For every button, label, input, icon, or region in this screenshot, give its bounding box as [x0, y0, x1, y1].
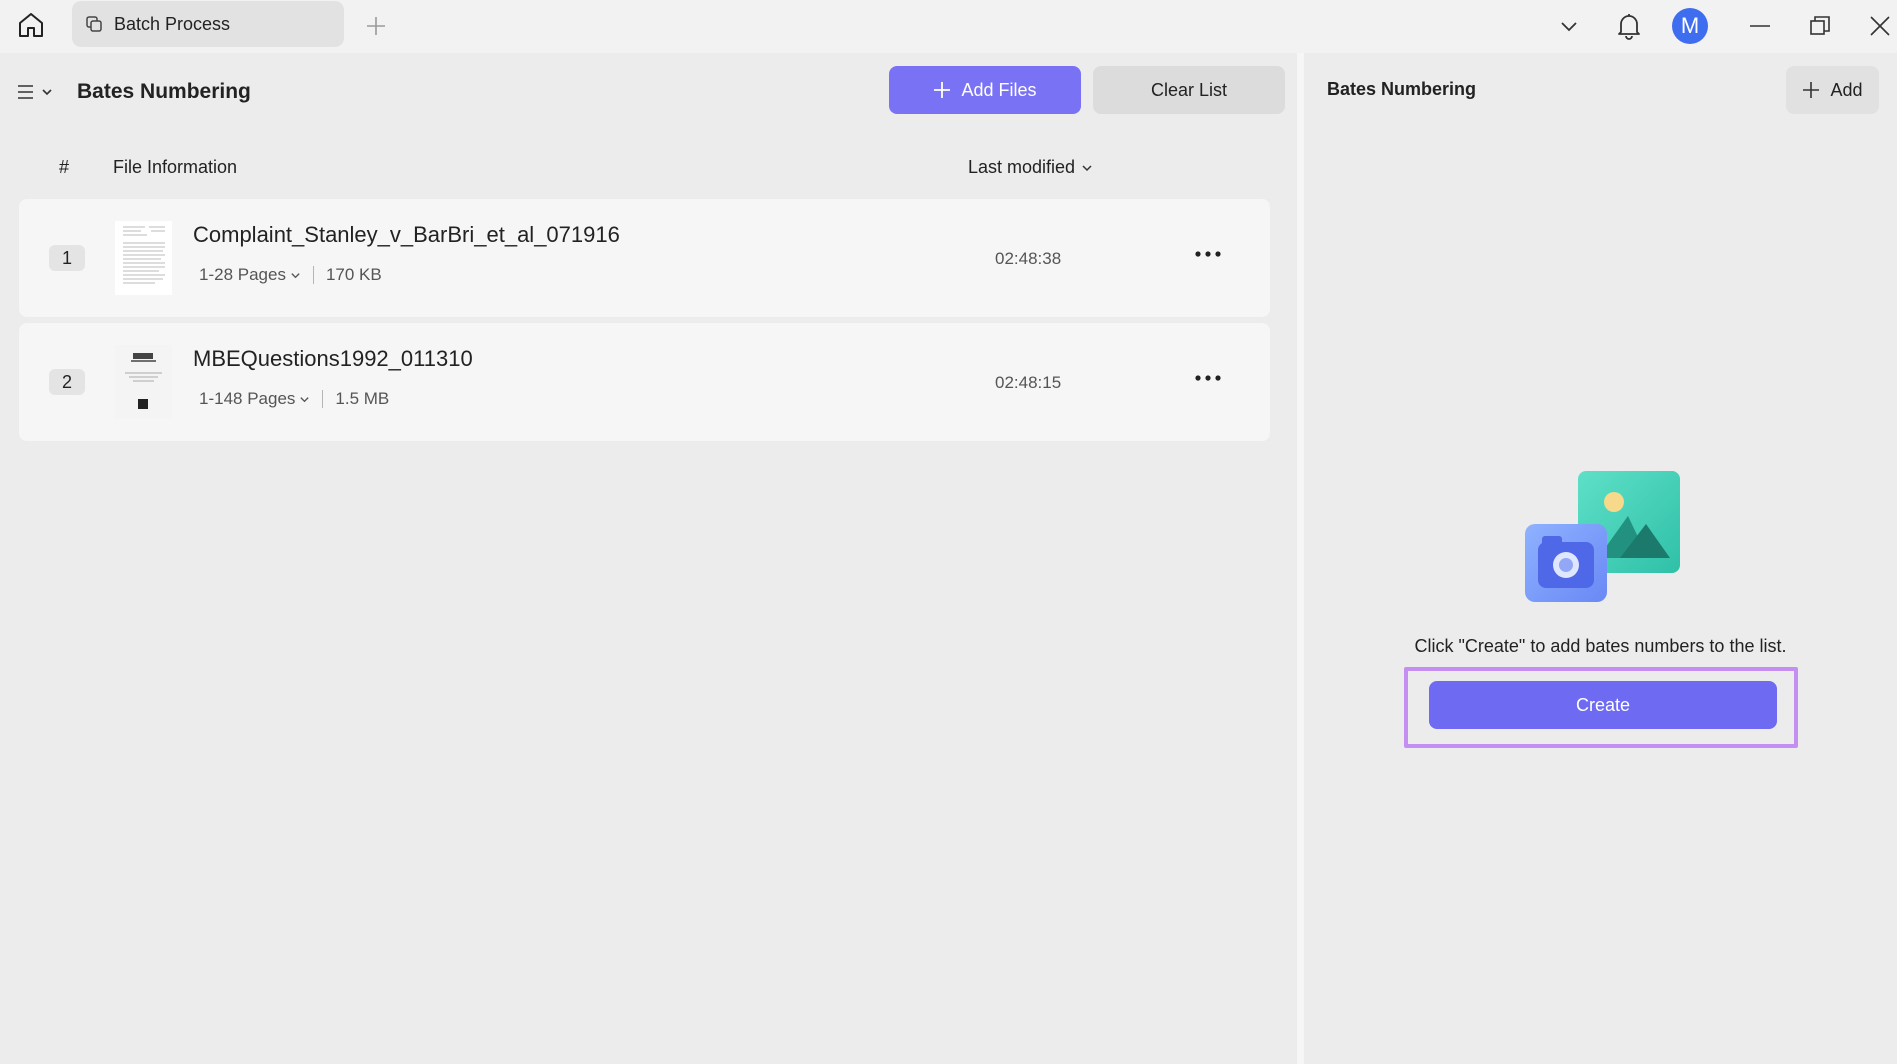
home-button[interactable] — [14, 8, 48, 42]
add-files-label: Add Files — [961, 79, 1037, 100]
row-number: 2 — [49, 369, 85, 395]
minimize-button[interactable] — [1742, 6, 1778, 46]
add-button[interactable]: Add — [1786, 66, 1879, 114]
home-icon — [19, 13, 43, 37]
notifications-button[interactable] — [1611, 6, 1647, 46]
file-row[interactable]: 2 MBEQuestions1992_011310 1-148 Pages 1.… — [19, 323, 1270, 441]
more-horizontal-icon — [1195, 375, 1221, 381]
file-meta: 1-28 Pages 170 KB — [199, 265, 382, 285]
column-header-last-modified: Last modified — [968, 157, 1076, 177]
file-thumbnail — [115, 345, 172, 419]
hamburger-menu-icon — [18, 85, 33, 99]
more-options-button[interactable] — [1193, 243, 1223, 265]
chevron-down-icon — [1561, 22, 1577, 32]
user-avatar-button[interactable]: M — [1670, 6, 1710, 46]
plus-icon — [1803, 82, 1820, 98]
file-list-pane: Bates Numbering Add Files Clear List # F… — [0, 53, 1297, 1064]
pane-divider[interactable] — [1297, 53, 1304, 1064]
bell-icon — [1618, 14, 1640, 40]
create-button[interactable]: Create — [1429, 681, 1777, 729]
minimize-icon — [1750, 25, 1770, 27]
plus-icon — [367, 17, 385, 35]
plus-icon — [934, 82, 951, 98]
restore-button[interactable] — [1802, 6, 1838, 46]
clear-list-label: Clear List — [1150, 79, 1228, 100]
file-row[interactable]: 1 Complaint_Stanley_v_BarBri_et_al_07191… — [19, 199, 1270, 317]
tab-label: Batch Process — [114, 13, 231, 34]
divider — [322, 390, 324, 408]
chevron-down-icon — [42, 89, 52, 96]
tab-batch-process[interactable]: Batch Process — [72, 1, 344, 47]
column-header-number: # — [59, 157, 70, 177]
column-header-file-information: File Information — [113, 157, 238, 177]
create-label: Create — [1575, 694, 1631, 715]
modified-time: 02:48:38 — [995, 249, 1062, 268]
chevron-down-icon — [1082, 164, 1092, 171]
restore-icon — [1810, 16, 1830, 35]
panel-title: Bates Numbering — [1327, 79, 1477, 99]
file-meta: 1-148 Pages 1.5 MB — [199, 389, 389, 409]
menu-button[interactable] — [16, 77, 58, 107]
empty-state-illustration-icon — [1520, 468, 1688, 603]
page-range-dropdown[interactable]: 1-148 Pages — [199, 389, 310, 409]
batch-copy-icon — [84, 14, 104, 34]
add-label: Add — [1830, 79, 1863, 100]
file-thumbnail — [115, 221, 172, 295]
more-options-button[interactable] — [1193, 367, 1223, 389]
page-range: 1-148 Pages — [199, 389, 296, 408]
file-size: 1.5 MB — [335, 389, 390, 408]
dropdown-button[interactable] — [1551, 6, 1587, 46]
page-title: Bates Numbering — [77, 80, 251, 103]
title-bar: Batch Process M — [0, 0, 1897, 53]
file-size: 170 KB — [325, 265, 382, 284]
bates-settings-pane: Bates Numbering Add Click "Create" to ad… — [1304, 53, 1897, 1064]
chevron-down-icon — [291, 272, 300, 278]
sort-last-modified[interactable]: Last modified — [968, 157, 1093, 178]
close-icon — [1870, 16, 1890, 36]
empty-state-message: Click "Create" to add bates numbers to t… — [1414, 636, 1787, 656]
chevron-down-icon — [300, 396, 310, 402]
modified-time: 02:48:15 — [995, 373, 1062, 392]
divider — [312, 266, 314, 284]
file-name: MBEQuestions1992_011310 — [193, 346, 473, 371]
new-tab-button[interactable] — [362, 12, 390, 40]
page-range-dropdown[interactable]: 1-28 Pages — [199, 265, 301, 285]
page-range: 1-28 Pages — [199, 265, 286, 284]
more-horizontal-icon — [1195, 251, 1221, 257]
add-files-button[interactable]: Add Files — [889, 66, 1081, 114]
file-name: Complaint_Stanley_v_BarBri_et_al_071916 — [193, 222, 620, 247]
clear-list-button[interactable]: Clear List — [1093, 66, 1285, 114]
close-button[interactable] — [1862, 6, 1897, 46]
avatar: M — [1672, 8, 1708, 44]
row-number: 1 — [49, 245, 85, 271]
